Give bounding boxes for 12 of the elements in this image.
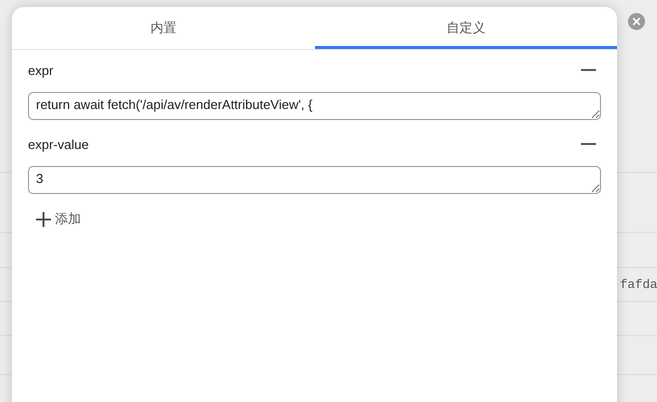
plus-icon bbox=[36, 212, 51, 226]
add-button[interactable]: 添加 bbox=[28, 206, 89, 232]
table-cell-text: fafda bbox=[620, 278, 657, 292]
minus-icon[interactable] bbox=[581, 69, 596, 71]
minus-icon[interactable] bbox=[581, 143, 596, 145]
tab[interactable]: 内置 bbox=[12, 7, 314, 49]
tab[interactable]: 自定义 bbox=[314, 7, 617, 49]
close-icon[interactable] bbox=[628, 13, 645, 30]
text-field[interactable]: 3 bbox=[28, 166, 601, 194]
field-label: expr bbox=[28, 62, 54, 78]
field-label: expr-value bbox=[28, 136, 89, 152]
text-field[interactable]: return await fetch('/api/av/renderAttributeView', { bbox=[28, 92, 601, 120]
